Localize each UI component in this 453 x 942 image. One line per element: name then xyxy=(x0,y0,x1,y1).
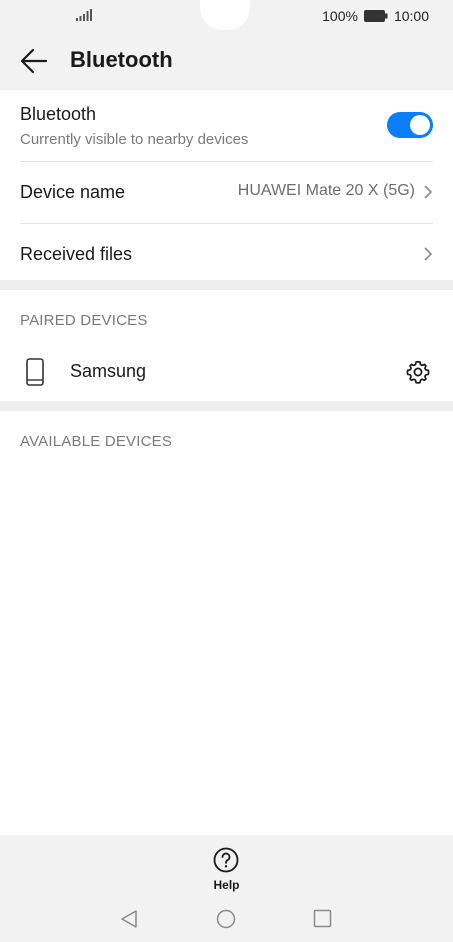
gear-icon[interactable] xyxy=(405,359,431,385)
device-name-value: HUAWEI Mate 20 X (5G) xyxy=(237,182,415,199)
device-name-title: Device name xyxy=(20,182,126,202)
status-bar: 100% 10:00 xyxy=(0,0,453,32)
bluetooth-toggle[interactable] xyxy=(387,112,433,138)
section-divider xyxy=(0,280,453,290)
available-devices-header: AVAILABLE DEVICES xyxy=(20,433,173,450)
battery-percent: 100% xyxy=(322,8,358,24)
status-indicators: 100% 10:00 xyxy=(322,8,429,24)
clock: 10:00 xyxy=(393,8,429,24)
bluetooth-settings-screen: 100% 10:00 Bluetooth Bluetooth Currently… xyxy=(0,0,453,942)
phone-icon xyxy=(26,358,44,386)
nav-home-icon[interactable] xyxy=(216,909,236,929)
paired-devices-header: PAIRED DEVICES xyxy=(20,312,148,329)
paired-device-row[interactable]: Samsung xyxy=(0,345,453,400)
section-divider xyxy=(0,401,453,411)
app-bar: Bluetooth xyxy=(0,32,453,90)
device-name-row[interactable]: Device name HUAWEI Mate 20 X (5G) xyxy=(20,162,433,224)
help-label: Help xyxy=(213,878,240,892)
chevron-right-icon xyxy=(424,247,433,261)
battery-icon xyxy=(363,10,388,22)
toggle-knob xyxy=(410,115,430,135)
paired-device-name: Samsung xyxy=(70,361,147,381)
help-icon[interactable] xyxy=(213,847,239,873)
system-navigation-bar xyxy=(0,895,453,942)
nav-back-icon[interactable] xyxy=(119,909,139,929)
bluetooth-toggle-row[interactable]: Bluetooth Currently visible to nearby de… xyxy=(20,90,433,162)
bluetooth-settings-list: Bluetooth Currently visible to nearby de… xyxy=(0,90,453,285)
nav-recent-icon[interactable] xyxy=(313,909,332,928)
chevron-right-icon xyxy=(424,185,433,199)
page-title: Bluetooth xyxy=(70,47,173,72)
bluetooth-row-subtitle: Currently visible to nearby devices xyxy=(20,131,249,148)
signal-icon xyxy=(76,9,92,21)
help-bar[interactable]: Help xyxy=(0,835,453,895)
received-files-title: Received files xyxy=(20,244,133,264)
back-arrow-icon[interactable] xyxy=(20,48,48,74)
bluetooth-row-title: Bluetooth xyxy=(20,104,97,124)
camera-notch xyxy=(200,0,250,30)
received-files-row[interactable]: Received files xyxy=(20,224,433,285)
